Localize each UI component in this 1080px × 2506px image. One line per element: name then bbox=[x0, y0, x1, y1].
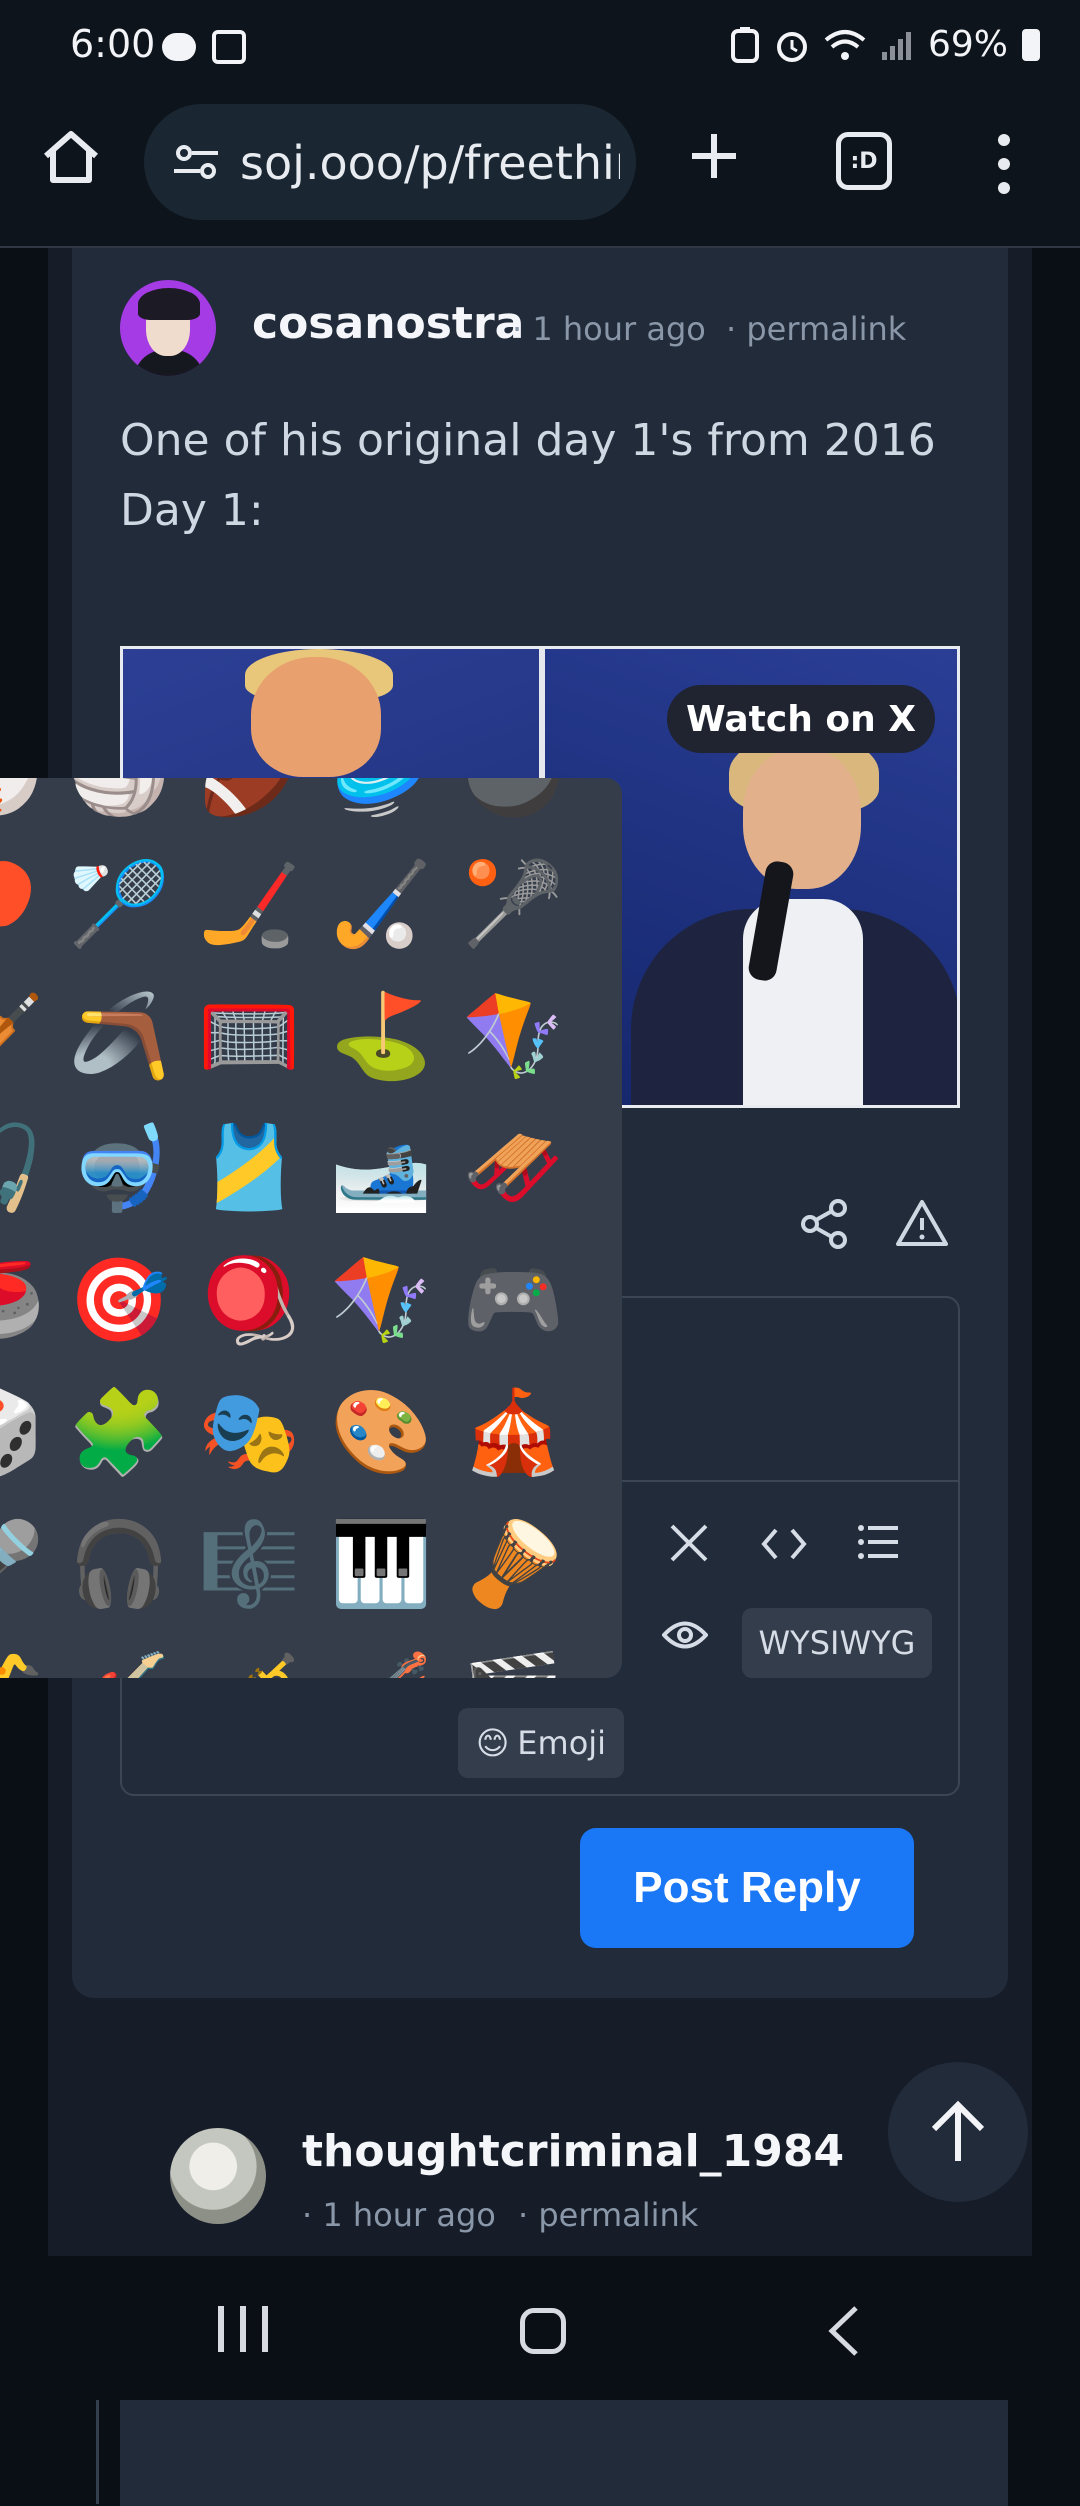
avatar[interactable] bbox=[170, 2128, 266, 2224]
emoji-item[interactable]: 🪃 bbox=[64, 982, 174, 1092]
emoji-item[interactable]: 🥏 bbox=[326, 778, 436, 828]
comment-username[interactable]: cosanostra bbox=[252, 298, 524, 349]
emoji-row: 🎣🤿🎽🎿🛷 bbox=[0, 1114, 622, 1224]
image-icon bbox=[212, 30, 246, 64]
emoji-item[interactable]: 🎸 bbox=[64, 1642, 174, 1678]
share-icon[interactable] bbox=[796, 1196, 852, 1252]
home-icon[interactable] bbox=[40, 126, 102, 188]
emoji-row: 🎤🎧🎼🎹🪘 bbox=[0, 1510, 622, 1620]
emoji-item[interactable]: 🏏 bbox=[0, 982, 48, 1092]
battery-icon bbox=[1022, 28, 1040, 61]
comment-body-line: Day 1: bbox=[120, 485, 264, 536]
emoji-item[interactable]: 🏸 bbox=[64, 850, 174, 960]
wifi-icon bbox=[824, 29, 866, 60]
battery-saver-icon bbox=[730, 26, 759, 63]
emoji-item[interactable]: 🪘 bbox=[458, 1510, 568, 1620]
emoji-picker[interactable]: ⚾🏐🏈🥏🎱🏓🏸🏒🏑🥍🏏🪃🥅⛳🪁🎣🤿🎽🎿🛷🥌🎯🪀🪁🎮🎲🧩🎭🎨🎪🎤🎧🎼🎹🪘🎷🎸🎺🎻🎬 bbox=[0, 778, 622, 1678]
emoji-button-label: Emoji bbox=[517, 1724, 607, 1762]
back-button[interactable] bbox=[826, 2304, 860, 2358]
alarm-icon bbox=[776, 31, 807, 62]
menu-icon[interactable] bbox=[998, 134, 1012, 206]
emoji-row: 🎲🧩🎭🎨🎪 bbox=[0, 1378, 622, 1488]
close-icon[interactable] bbox=[666, 1520, 712, 1566]
plus-icon[interactable] bbox=[688, 130, 740, 182]
emoji-item[interactable]: 🎺 bbox=[194, 1642, 304, 1678]
emoji-item[interactable]: 🎣 bbox=[0, 1114, 48, 1224]
emoji-row: 🎷 🎸 🎺 🎻 🎬 bbox=[0, 1642, 622, 1678]
emoji-item[interactable]: 🎼 bbox=[194, 1510, 304, 1620]
comment-body: One of his original day 1's from 2016 Da… bbox=[120, 406, 940, 546]
emoji-item[interactable]: ⚾ bbox=[0, 778, 48, 828]
emoji-item[interactable]: 🎮 bbox=[458, 1246, 568, 1356]
emoji-item[interactable]: 🎷 bbox=[0, 1642, 48, 1678]
home-button[interactable] bbox=[520, 2308, 566, 2354]
browser-toolbar: soj.ooo/p/freethir :D bbox=[0, 100, 1080, 248]
status-time: 6:00 bbox=[70, 22, 156, 66]
emoji-item[interactable]: 🏑 bbox=[326, 850, 436, 960]
tune-icon[interactable] bbox=[172, 144, 220, 180]
emoji-item[interactable]: 🛷 bbox=[458, 1114, 568, 1224]
list-icon[interactable] bbox=[856, 1520, 900, 1564]
avatar[interactable] bbox=[120, 280, 216, 376]
comment-body-line: One of his original day 1's from 2016 bbox=[120, 415, 936, 466]
eye-icon[interactable] bbox=[662, 1618, 708, 1652]
status-right: 69% bbox=[730, 24, 1040, 65]
emoji-item[interactable]: 🤿 bbox=[64, 1114, 174, 1224]
post-reply-button[interactable]: Post Reply bbox=[580, 1828, 914, 1948]
wysiwyg-button[interactable]: WYSIWYG bbox=[742, 1608, 932, 1678]
emoji-item[interactable]: 🥅 bbox=[194, 982, 304, 1092]
signal-icon bbox=[881, 31, 911, 60]
emoji-item[interactable]: 🎬 bbox=[458, 1642, 568, 1678]
status-bar: 6:00 69% bbox=[0, 0, 1080, 100]
emoji-row: 🏓🏸🏒🏑🥍 bbox=[0, 850, 622, 960]
emoji-item[interactable]: 🧩 bbox=[64, 1378, 174, 1488]
emoji-item[interactable]: 🪀 bbox=[194, 1246, 304, 1356]
emoji-item[interactable]: 🎹 bbox=[326, 1510, 436, 1620]
emoji-item[interactable]: 🥍 bbox=[458, 850, 568, 960]
smiley-icon: 😊 bbox=[475, 1724, 510, 1762]
watch-on-x-button[interactable]: Watch on X bbox=[667, 685, 935, 753]
arrow-up-icon bbox=[931, 2100, 985, 2161]
emoji-item[interactable]: 🪁 bbox=[326, 1246, 436, 1356]
emoji-item[interactable]: 🏈 bbox=[194, 778, 304, 828]
emoji-item[interactable]: 🏒 bbox=[194, 850, 304, 960]
permalink-link[interactable]: · permalink bbox=[726, 310, 906, 348]
battery-percent: 69% bbox=[927, 24, 1008, 65]
scroll-to-top-button[interactable] bbox=[888, 2062, 1028, 2202]
emoji-row: 🥌🎯🪀🪁🎮 bbox=[0, 1246, 622, 1356]
code-icon[interactable] bbox=[760, 1524, 808, 1564]
emoji-item[interactable]: 🎻 bbox=[326, 1642, 436, 1678]
notification-icons bbox=[162, 30, 246, 64]
emoji-item[interactable]: 🎧 bbox=[64, 1510, 174, 1620]
emoji-item[interactable]: 🪁 bbox=[458, 982, 568, 1092]
emoji-item[interactable]: 🎿 bbox=[326, 1114, 436, 1224]
permalink-link[interactable]: · permalink bbox=[518, 2196, 698, 2234]
recent-apps-button[interactable] bbox=[218, 2306, 268, 2352]
emoji-item[interactable]: 🎱 bbox=[458, 778, 568, 828]
emoji-item[interactable]: 🎤 bbox=[0, 1510, 48, 1620]
emoji-item[interactable]: 🎭 bbox=[194, 1378, 304, 1488]
comment-time: · 1 hour ago bbox=[512, 310, 706, 348]
emoji-row: 🏏🪃🥅⛳🪁 bbox=[0, 982, 622, 1092]
emoji-item[interactable]: 🥌 bbox=[0, 1246, 48, 1356]
emoji-item[interactable]: 🏓 bbox=[0, 850, 48, 960]
emoji-item[interactable]: 🎲 bbox=[0, 1378, 48, 1488]
url-bar[interactable]: soj.ooo/p/freethir bbox=[144, 104, 636, 220]
tabs-icon[interactable]: :D bbox=[836, 132, 892, 190]
chat-bubble-icon bbox=[162, 33, 196, 61]
url-text: soj.ooo/p/freethir bbox=[240, 136, 620, 190]
comment-time: · 1 hour ago bbox=[302, 2196, 496, 2234]
emoji-row: ⚾ 🏐 🏈 🥏 🎱 bbox=[0, 778, 622, 828]
report-icon[interactable] bbox=[894, 1196, 950, 1252]
emoji-item[interactable]: 🎯 bbox=[64, 1246, 174, 1356]
emoji-item[interactable]: 🎽 bbox=[194, 1114, 304, 1224]
emoji-item[interactable]: 🎪 bbox=[458, 1378, 568, 1488]
emoji-item[interactable]: 🏐 bbox=[64, 778, 174, 828]
emoji-item[interactable]: 🎨 bbox=[326, 1378, 436, 1488]
emoji-item[interactable]: ⛳ bbox=[326, 982, 436, 1092]
comment-username[interactable]: thoughtcriminal_1984 bbox=[302, 2126, 844, 2177]
system-navigation-bar bbox=[0, 2256, 1080, 2400]
emoji-button[interactable]: 😊 Emoji bbox=[458, 1708, 624, 1778]
